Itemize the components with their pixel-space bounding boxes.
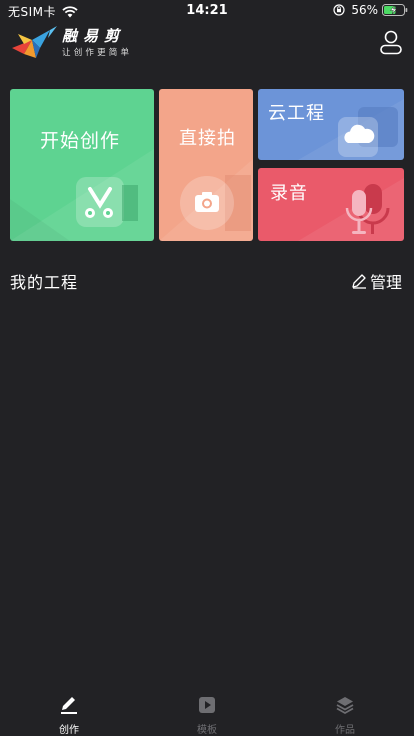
my-projects-title: 我的工程 [10,273,79,292]
direct-shoot-label: 直接拍 [179,128,236,149]
status-bar: 无SIM卡 14:21 56% [0,0,414,22]
tab-templates[interactable]: 模板 [138,690,276,736]
app-logo-icon [12,26,57,58]
camera-icon [180,175,251,231]
tab-works-label: 作品 [335,725,355,736]
app-header: 融易剪 让创作更简单 [0,22,414,68]
layers-icon [336,697,354,715]
record-audio-label: 录音 [270,183,308,204]
app-name: 融易剪 [62,27,126,45]
play-square-icon [199,697,215,713]
profile-button[interactable] [378,28,404,58]
video-edit-icon [76,177,138,227]
microphone-icon [345,184,390,234]
status-right: 56% [333,3,408,17]
start-create-label: 开始创作 [40,130,121,152]
direct-shoot-tile[interactable]: 直接拍 [159,89,253,241]
cloud-project-label: 云工程 [268,103,325,124]
cloud-project-tile[interactable]: 云工程 [258,89,404,160]
pencil-icon [61,697,77,714]
orientation-lock-icon [333,4,345,16]
edit-icon [352,274,366,289]
battery-charging-icon [382,4,408,16]
record-audio-tile[interactable]: 录音 [258,168,404,241]
tab-templates-label: 模板 [197,725,217,736]
app-slogan: 让创作更简单 [62,48,133,58]
manage-label: 管理 [369,273,402,292]
bottom-tab-bar: 创作 模板 作品 [0,690,414,736]
cloud-icon [338,107,398,157]
battery-percent: 56% [351,3,378,17]
tab-create[interactable]: 创作 [0,690,138,736]
tab-create-label: 创作 [59,725,79,736]
start-create-tile[interactable]: 开始创作 [10,89,154,241]
manage-button[interactable]: 管理 [351,269,402,293]
tab-works[interactable]: 作品 [276,690,414,736]
